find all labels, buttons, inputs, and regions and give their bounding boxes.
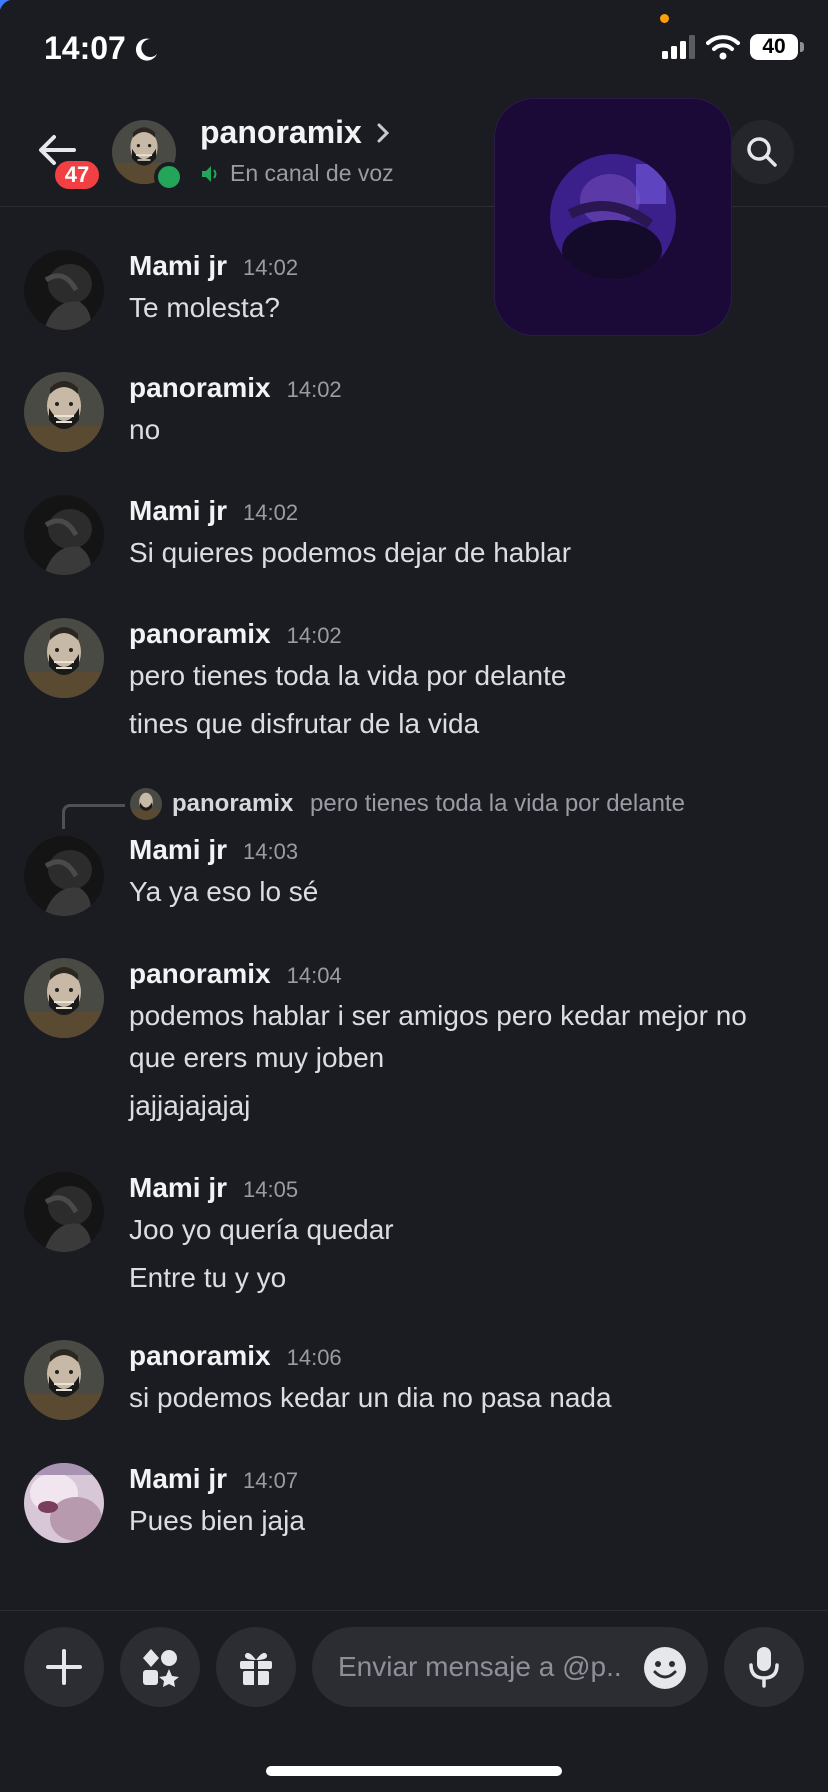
wifi-icon: [706, 35, 740, 60]
message-header: panoramix 14:04: [129, 958, 342, 990]
message-header: Mami jr 14:03: [129, 834, 298, 866]
skull-mask-avatar-image: [130, 788, 162, 820]
timestamp: 14:03: [243, 839, 299, 864]
message-header: panoramix 14:02: [129, 618, 342, 650]
voice-message-button[interactable]: [724, 1627, 804, 1707]
status-time: 14:07: [44, 30, 160, 67]
message-header: Mami jr 14:05: [129, 1172, 298, 1204]
voice-channel-status: En canal de voz: [200, 160, 394, 187]
clock-text: 14:07: [44, 30, 126, 66]
online-status-indicator: [154, 162, 184, 192]
moon-icon: [135, 38, 157, 61]
timestamp: 14:02: [286, 377, 342, 402]
message-text: podemos hablar i ser amigos pero kedar m…: [129, 1000, 747, 1031]
dark-avatar-image: [24, 836, 104, 916]
pink-avatar-image: [24, 1463, 104, 1543]
message-text: Ya ya eso lo sé: [129, 876, 319, 907]
avatar[interactable]: [24, 958, 104, 1038]
skull-mask-avatar-image: [24, 618, 104, 698]
dark-avatar-image: [24, 495, 104, 575]
message-text: Entre tu y yo: [129, 1262, 287, 1293]
skull-mask-avatar-image: [24, 372, 104, 452]
dark-avatar-image: [24, 1172, 104, 1252]
reply-avatar: [130, 788, 162, 820]
reply-preview[interactable]: pero tienes toda la vida por delante: [310, 790, 685, 818]
timestamp: 14:02: [243, 255, 299, 280]
dm-chat-screen: 14:07 40 47 panoramix En canal de voz Ma…: [0, 0, 828, 1792]
timestamp: 14:05: [243, 1177, 299, 1202]
message-text: Si quieres podemos dejar de hablar: [129, 537, 572, 568]
contact-name[interactable]: panoramix: [200, 114, 392, 151]
author-name[interactable]: Mami jr: [129, 1172, 227, 1204]
plus-icon: [46, 1649, 82, 1685]
voice-participant-avatar: [550, 154, 676, 280]
privacy-indicator: [660, 14, 669, 23]
purple-avatar-image: [550, 154, 676, 280]
status-bar: 14:07 40: [0, 0, 828, 100]
search-button[interactable]: [730, 120, 794, 184]
message-text: Joo yo quería quedar: [129, 1214, 394, 1245]
reply-author[interactable]: panoramix: [172, 790, 293, 818]
avatar[interactable]: [24, 618, 104, 698]
gift-icon: [240, 1652, 272, 1685]
message-text: jajjajajajaj: [129, 1090, 251, 1121]
add-attachment-button[interactable]: [24, 1627, 104, 1707]
timestamp: 14:02: [286, 623, 342, 648]
author-name[interactable]: Mami jr: [129, 834, 227, 866]
broadcast-icon: [0, 0, 11, 11]
message-header: Mami jr 14:02: [129, 250, 298, 282]
microphone-icon: [749, 1647, 779, 1688]
search-icon: [747, 137, 777, 167]
message-header: Mami jr 14:07: [129, 1463, 298, 1495]
voice-call-tile[interactable]: [494, 98, 732, 336]
message-composer: [0, 1610, 828, 1792]
home-indicator[interactable]: [266, 1766, 562, 1776]
author-name[interactable]: panoramix: [129, 1340, 271, 1372]
chevron-right-icon: [377, 123, 389, 142]
message-text: Te molesta?: [129, 292, 280, 323]
message-header: panoramix 14:06: [129, 1340, 342, 1372]
message-list: Mami jr 14:02 Te molesta? panoramix 14:0…: [0, 206, 828, 1610]
timestamp: 14:02: [243, 500, 299, 525]
avatar[interactable]: [24, 836, 104, 916]
avatar[interactable]: [24, 495, 104, 575]
unread-badge: 47: [52, 158, 102, 192]
message-text: pero tienes toda la vida por delante: [129, 660, 567, 691]
avatar[interactable]: [24, 1172, 104, 1252]
reply-connector: [62, 804, 125, 829]
voice-status-text: En canal de voz: [230, 160, 394, 186]
timestamp: 14:07: [243, 1468, 299, 1493]
message-text: que erers muy joben: [129, 1042, 385, 1073]
timestamp: 14:06: [286, 1345, 342, 1370]
apps-icon: [143, 1649, 179, 1687]
author-name[interactable]: Mami jr: [129, 250, 227, 282]
skull-mask-avatar-image: [24, 1340, 104, 1420]
author-name[interactable]: panoramix: [129, 372, 271, 404]
dark-avatar-image: [24, 250, 104, 330]
author-name[interactable]: Mami jr: [129, 495, 227, 527]
message-header: panoramix 14:02: [129, 372, 342, 404]
signal-icon: [662, 35, 695, 59]
timestamp: 14:04: [286, 963, 342, 988]
author-name[interactable]: panoramix: [129, 958, 271, 990]
avatar[interactable]: [24, 250, 104, 330]
avatar[interactable]: [24, 372, 104, 452]
emoji-icon[interactable]: [642, 1645, 688, 1691]
battery-indicator: 40: [750, 34, 804, 60]
message-text: tines que disfrutar de la vida: [129, 708, 480, 739]
author-name[interactable]: Mami jr: [129, 1463, 227, 1495]
message-text: si podemos kedar un dia no pasa nada: [129, 1382, 612, 1413]
author-name[interactable]: panoramix: [129, 618, 271, 650]
message-text: no: [129, 414, 161, 445]
skull-mask-avatar-image: [24, 958, 104, 1038]
avatar[interactable]: [24, 1463, 104, 1543]
status-icons: 40: [662, 34, 804, 60]
avatar[interactable]: [24, 1340, 104, 1420]
contact-name-text: panoramix: [200, 114, 362, 150]
apps-button[interactable]: [120, 1627, 200, 1707]
message-text: Pues bien jaja: [129, 1505, 305, 1536]
message-header: Mami jr 14:02: [129, 495, 298, 527]
speaker-icon: [202, 165, 217, 182]
gift-button[interactable]: [216, 1627, 296, 1707]
